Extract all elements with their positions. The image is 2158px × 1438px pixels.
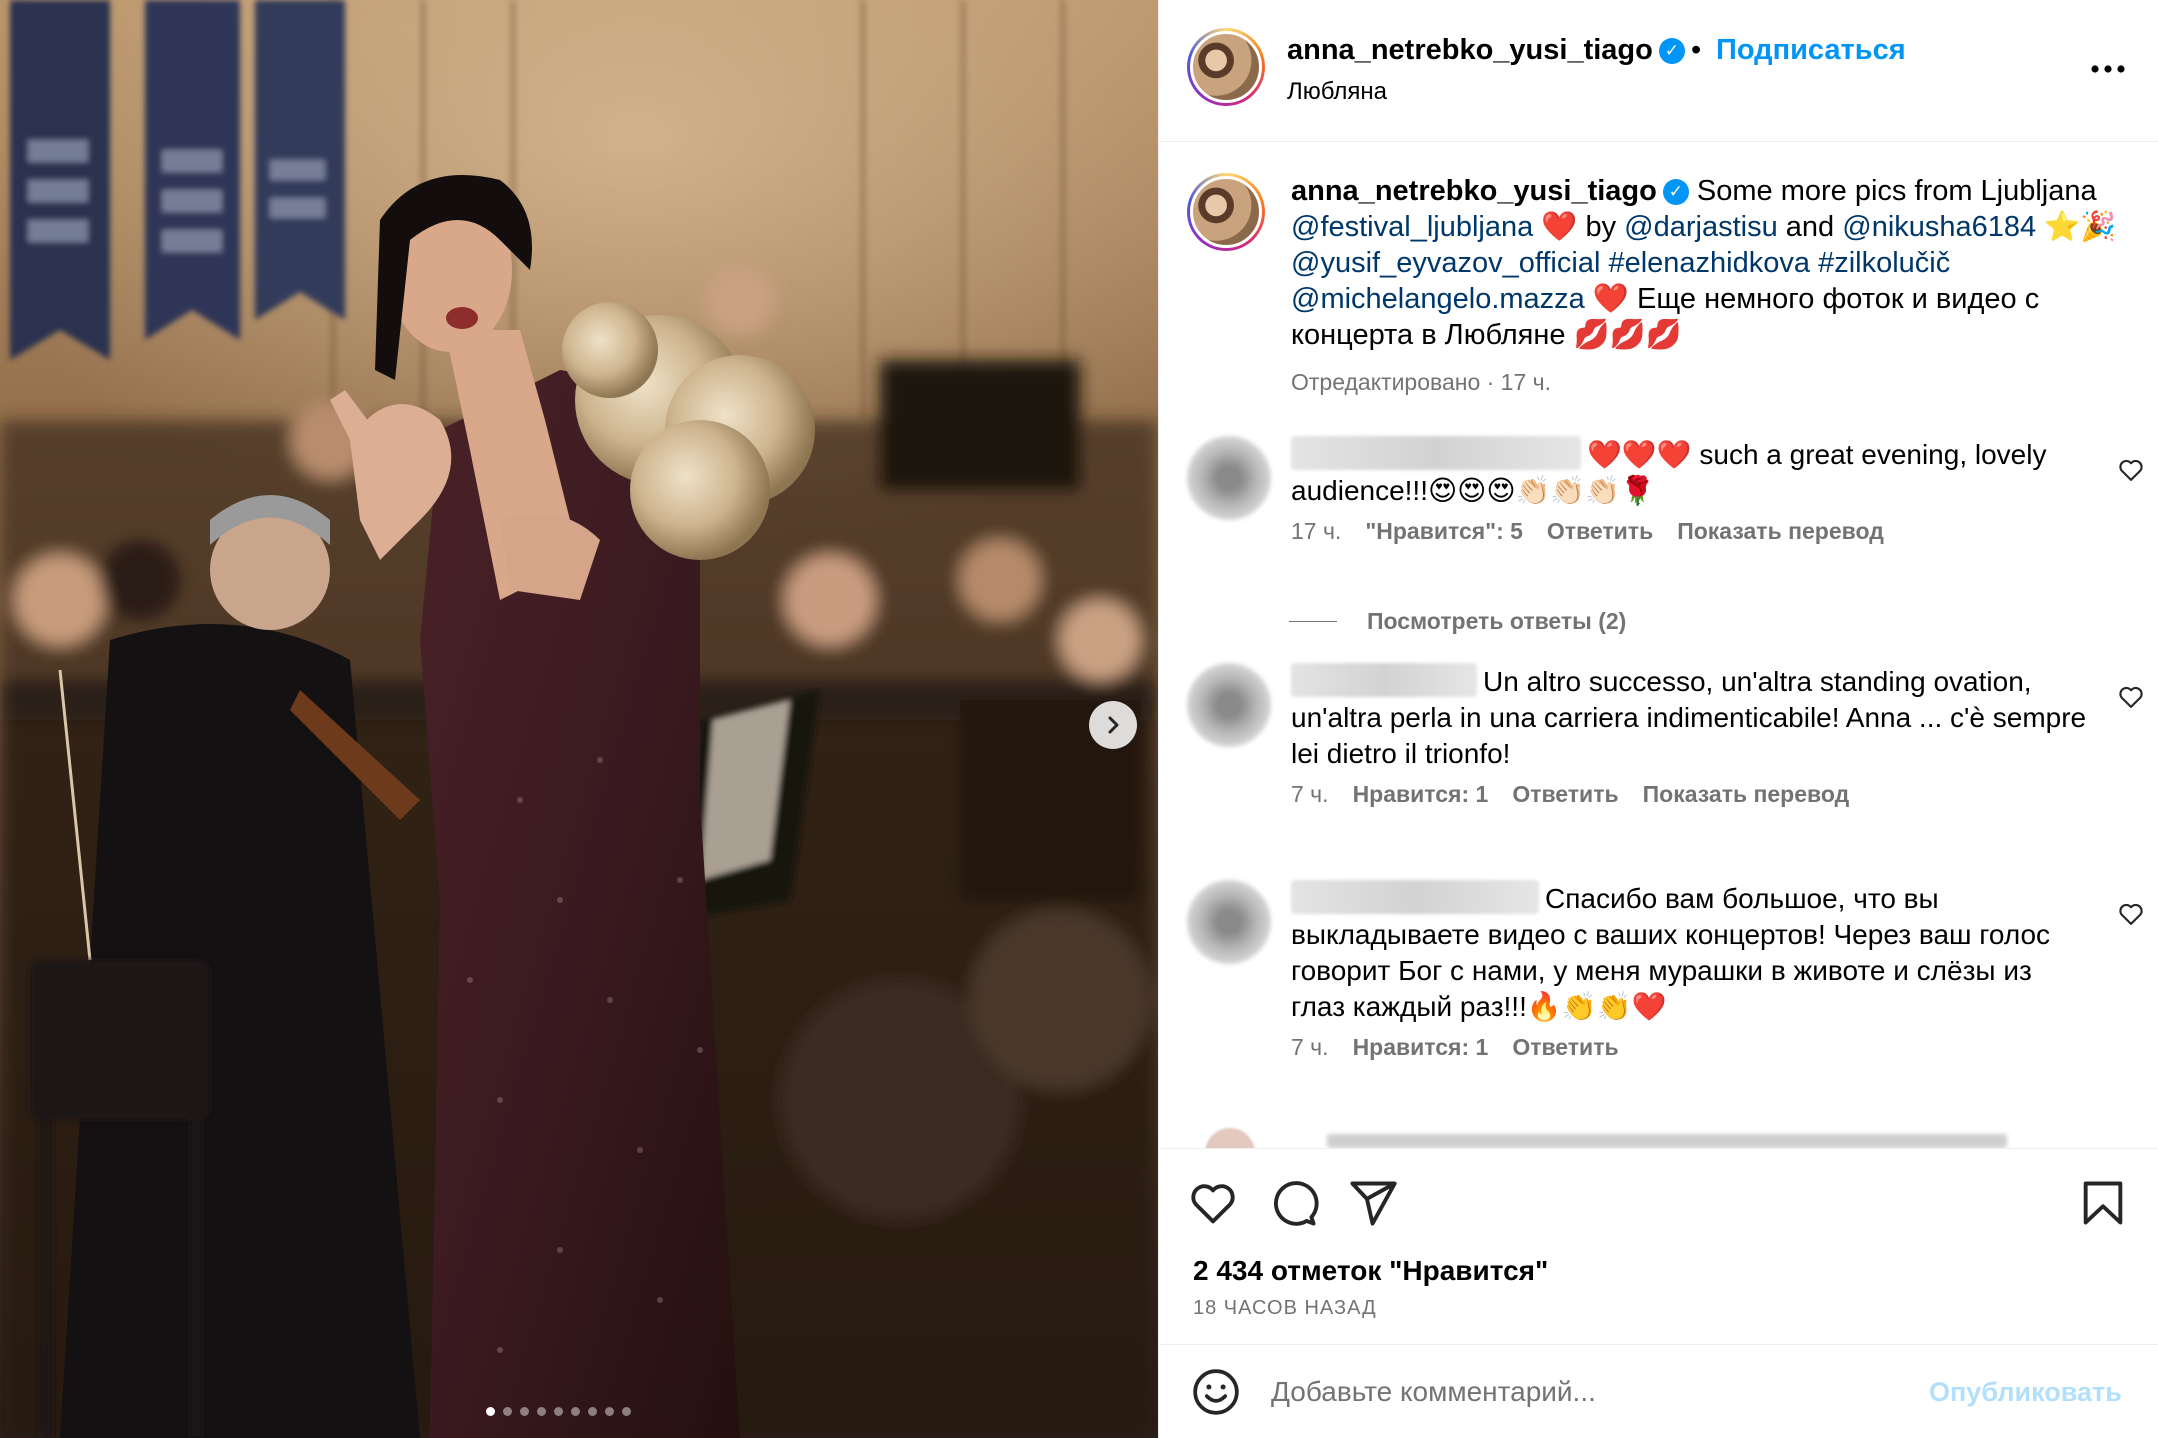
chevron-right-icon <box>1108 716 1119 734</box>
post-side-panel: anna_netrebko_yusi_tiago ✓ • Подписаться … <box>1158 0 2158 1438</box>
carousel-next-button[interactable] <box>1089 701 1137 749</box>
commenter-avatar[interactable] <box>1187 436 1271 520</box>
commenter-avatar[interactable] <box>1187 880 1271 964</box>
publish-button[interactable]: Опубликовать <box>1929 1377 2122 1408</box>
view-replies-button[interactable]: Посмотреть ответы (2) <box>1289 608 1626 635</box>
comment-meta: 17 ч. "Нравится": 5 Ответить Показать пе… <box>1291 518 1884 545</box>
post-header: anna_netrebko_yusi_tiago ✓ • Подписаться … <box>1159 0 2158 142</box>
view-replies-label: Посмотреть ответы (2) <box>1367 608 1627 634</box>
header-separator: • <box>1691 34 1702 66</box>
comment-meta: 7 ч. Нравится: 1 Ответить <box>1291 1034 1619 1061</box>
caption-segment: and <box>1785 211 1835 243</box>
post-timestamp[interactable]: 18 ЧАСОВ НАЗАД <box>1193 1297 1377 1320</box>
bookmark-icon[interactable] <box>2077 1177 2129 1229</box>
commenter-username-blurred[interactable] <box>1291 880 1539 914</box>
mention-link[interactable]: @yusif_eyvazov_official <box>1291 247 1600 279</box>
likes-count[interactable]: 2 434 отметок "Нравится" <box>1193 1255 1548 1287</box>
verified-badge-icon: ✓ <box>1658 38 1685 65</box>
follow-button[interactable]: Подписаться <box>1716 34 1906 67</box>
carousel-dot <box>503 1407 512 1416</box>
carousel-dot <box>537 1407 546 1416</box>
author-avatar[interactable] <box>1187 28 1265 106</box>
concert-photo <box>0 0 1158 1438</box>
carousel-dot <box>588 1407 597 1416</box>
comment-like-heart-icon[interactable] <box>2117 900 2145 928</box>
comment-likes[interactable]: Нравится: 1 <box>1353 1034 1489 1061</box>
caption-segment: ❤️ by <box>1541 211 1617 243</box>
comment-text: Спасибо вам большое, что вы выкладываете… <box>1291 880 2091 1025</box>
comment-icon[interactable] <box>1267 1177 1319 1229</box>
comment-time[interactable]: 7 ч. <box>1291 1034 1329 1061</box>
comment-like-heart-icon[interactable] <box>2117 683 2145 711</box>
caption-segment: Some more pics from Ljubljana <box>1696 175 2097 207</box>
carousel-dot <box>554 1407 563 1416</box>
more-horizontal-icon <box>2091 65 2125 73</box>
commenter-username-blurred[interactable] <box>1291 663 1477 697</box>
commenter-avatar[interactable] <box>1187 663 1271 747</box>
comment-time[interactable]: 17 ч. <box>1291 518 1341 545</box>
caption-text: anna_netrebko_yusi_tiago ✓ Some more pics… <box>1291 173 2141 353</box>
author-username[interactable]: anna_netrebko_yusi_tiago ✓ <box>1287 34 1685 67</box>
comment-time[interactable]: 7 ч. <box>1291 781 1329 808</box>
replies-divider <box>1289 621 1337 622</box>
hashtag-link[interactable]: #elenazhidkova <box>1608 247 1810 279</box>
heart-icon[interactable] <box>1187 1177 1239 1229</box>
comment-text: Un altro successo, un'altra standing ova… <box>1291 663 2091 772</box>
verified-badge-icon: ✓ <box>1662 179 1689 206</box>
commenter-avatar <box>1205 1128 1255 1148</box>
caption-username[interactable]: anna_netrebko_yusi_tiago <box>1291 175 1657 207</box>
carousel-dot <box>571 1407 580 1416</box>
carousel-indicator <box>486 1407 631 1416</box>
comment-text-partial <box>1327 1134 2007 1148</box>
mention-link[interactable]: @nikusha6184 <box>1842 211 2036 243</box>
translate-button[interactable]: Показать перевод <box>1677 518 1884 545</box>
carousel-dot <box>605 1407 614 1416</box>
caption-segment: ⭐🎉 <box>2044 211 2117 243</box>
caption-meta: Отредактировано · 17 ч. <box>1291 369 1552 395</box>
mention-link[interactable]: @michelangelo.mazza <box>1291 283 1585 315</box>
comment-text: ❤️❤️❤️ such a great evening, lovely audi… <box>1291 436 2091 509</box>
carousel-dot <box>622 1407 631 1416</box>
more-options-button[interactable] <box>2085 46 2131 92</box>
comment-composer: Опубликовать <box>1159 1344 2158 1438</box>
smiley-icon[interactable] <box>1191 1367 1241 1417</box>
caption-author-avatar[interactable] <box>1187 173 1265 251</box>
post-location[interactable]: Любляна <box>1287 78 1387 106</box>
comments-scroll-area[interactable]: anna_netrebko_yusi_tiago ✓ Some more pics… <box>1159 143 2158 1148</box>
carousel-dot <box>486 1407 495 1416</box>
reply-button[interactable]: Ответить <box>1512 1034 1618 1061</box>
reply-button[interactable]: Ответить <box>1512 781 1618 808</box>
hashtag-link[interactable]: #zilkolučič <box>1818 247 1950 279</box>
next-comment-partial <box>1187 1126 2147 1148</box>
post-media[interactable] <box>0 0 1158 1438</box>
mention-link[interactable]: @festival_ljubljana <box>1291 211 1533 243</box>
translate-button[interactable]: Показать перевод <box>1643 781 1850 808</box>
comment-input[interactable] <box>1271 1367 1891 1417</box>
commenter-username-blurred[interactable] <box>1291 436 1581 470</box>
comment-likes[interactable]: Нравится: 1 <box>1353 781 1489 808</box>
comment-meta: 7 ч. Нравится: 1 Ответить Показать перев… <box>1291 781 1849 808</box>
reply-button[interactable]: Ответить <box>1547 518 1653 545</box>
comment-likes[interactable]: "Нравится": 5 <box>1365 518 1523 545</box>
carousel-dot <box>520 1407 529 1416</box>
mention-link[interactable]: @darjastisu <box>1624 211 1778 243</box>
comment-like-heart-icon[interactable] <box>2117 456 2145 484</box>
post-actions: 2 434 отметок "Нравится" 18 ЧАСОВ НАЗАД <box>1159 1148 2158 1344</box>
share-icon[interactable] <box>1347 1177 1399 1229</box>
